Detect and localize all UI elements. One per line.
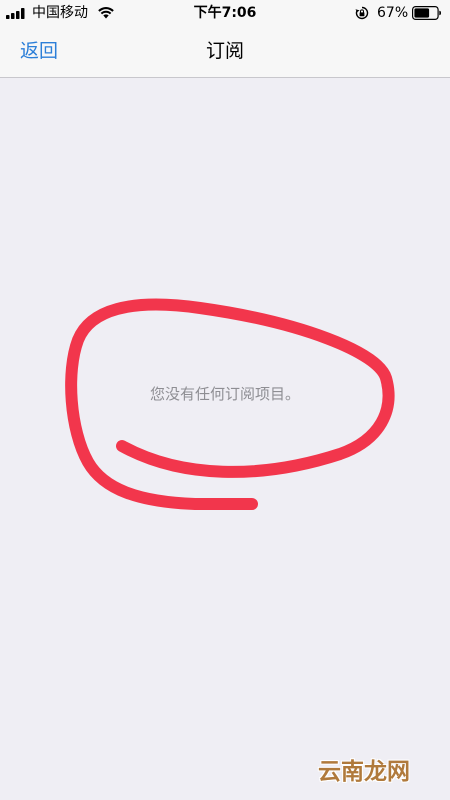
watermark-logo: 云南龙网 (318, 759, 410, 785)
battery-fill (414, 8, 430, 18)
battery-icon (412, 6, 441, 20)
status-bar: 中国移动 下午7:06 67% (0, 0, 450, 26)
empty-state-message: 您没有任何订阅项目。 (149, 385, 300, 403)
content-area: 您没有任何订阅项目。 (0, 78, 450, 800)
navigation-bar: 返回 订阅 (0, 26, 450, 78)
orientation-lock-icon (355, 6, 369, 20)
page-title: 订阅 (205, 40, 244, 62)
battery-percent: 67% (377, 5, 409, 21)
